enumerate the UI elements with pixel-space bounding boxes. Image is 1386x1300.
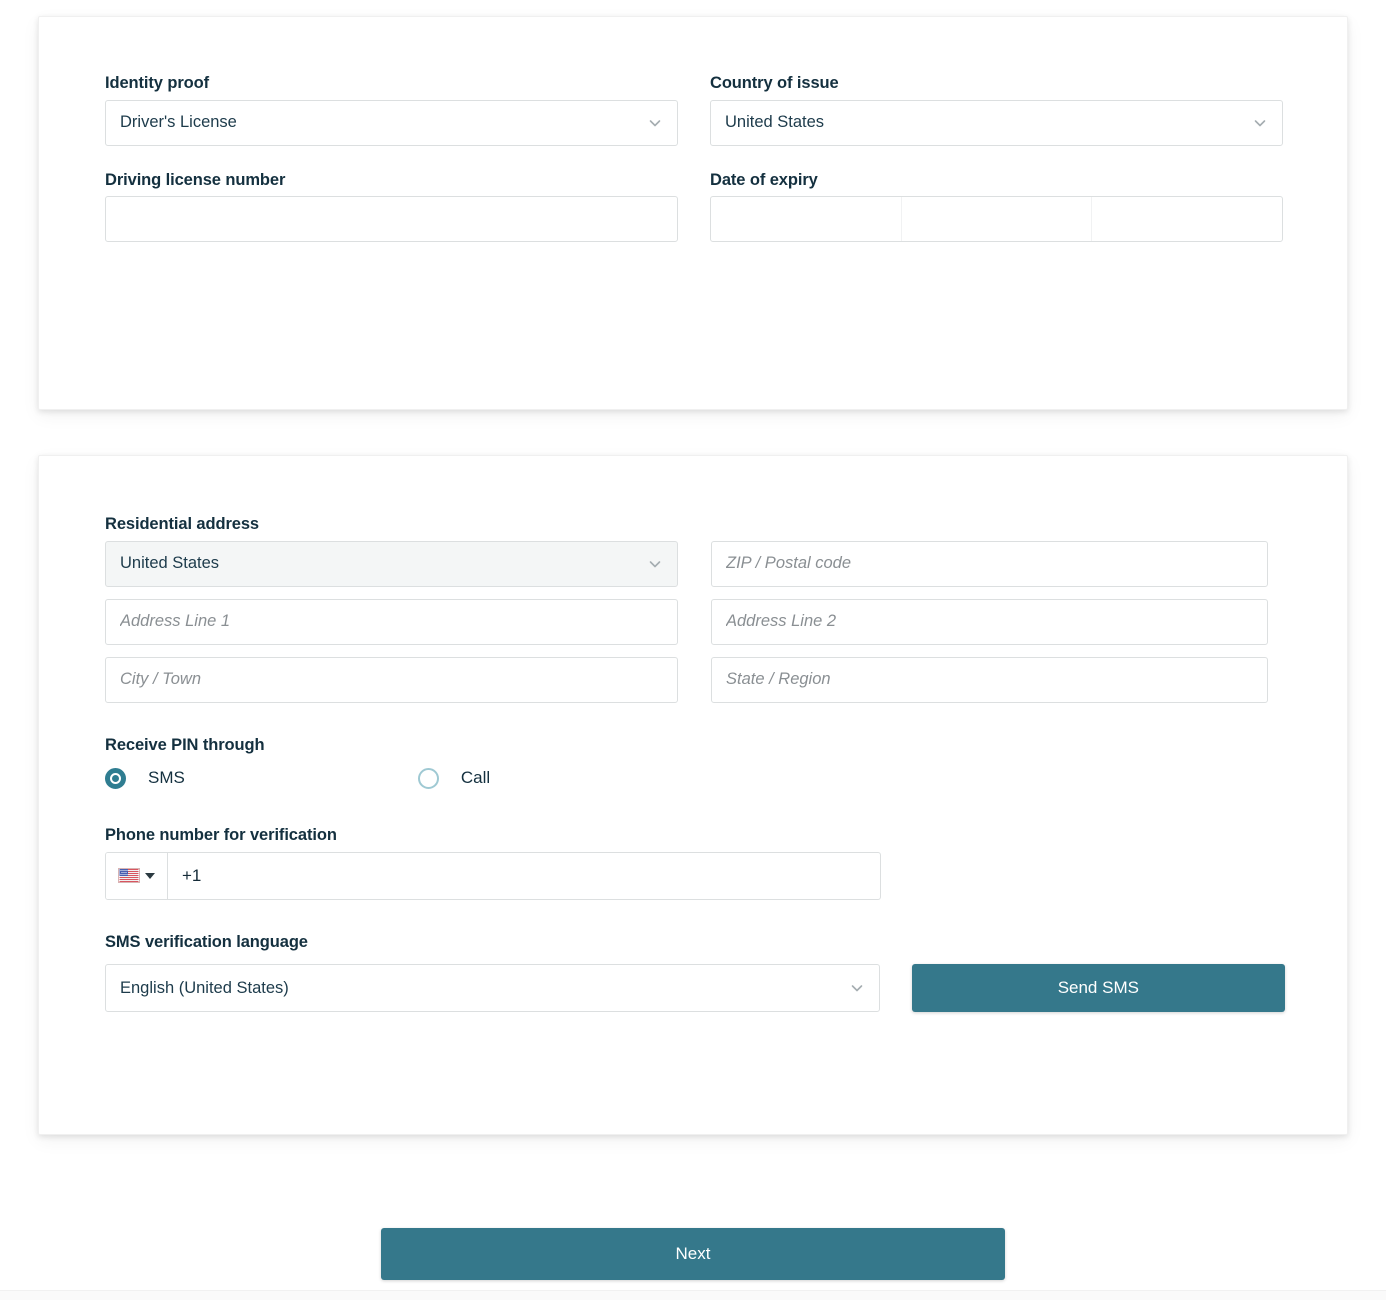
address-country-select[interactable]: United States [105,540,678,587]
state-region-input[interactable]: State / Region [711,656,1268,703]
phone-number-label: Phone number for verification [105,826,337,844]
address-line-2-placeholder: Address Line 2 [726,612,837,630]
zip-postal-code-input[interactable]: ZIP / Postal code [711,540,1268,587]
identity-proof-select[interactable]: Driver's License [105,99,678,146]
phone-number-value: +1 [182,865,202,885]
address-country-value: United States [120,554,220,572]
chevron-down-icon [1252,115,1268,131]
identity-proof-value: Driver's License [120,113,237,131]
address-line-2-input[interactable]: Address Line 2 [711,598,1268,645]
city-town-input[interactable]: City / Town [105,656,678,703]
address-verification-card: Residential address United States ZIP / … [38,455,1348,1135]
chevron-down-icon [647,556,663,572]
identity-proof-card: Identity proof Driver's License Country … [38,16,1348,410]
caret-down-icon [145,872,155,879]
phone-number-input[interactable]: +1 [168,853,880,899]
send-sms-button[interactable]: Send SMS [911,964,1285,1012]
receive-pin-radio-group: SMS Call [105,763,1285,793]
sms-language-select[interactable]: English (United States) [105,964,880,1012]
date-segment-day[interactable] [711,197,902,241]
date-of-expiry-input[interactable] [710,196,1283,242]
sms-language-label: SMS verification language [105,932,308,951]
us-flag-icon [118,868,140,883]
radio-option-call-label: Call [460,768,491,787]
identity-fields-grid: Identity proof Driver's License Country … [105,75,1283,242]
zip-postal-code-placeholder: ZIP / Postal code [726,554,852,572]
country-of-issue-value: United States [725,113,825,131]
next-button[interactable]: Next [381,1228,1005,1280]
chevron-down-icon [849,980,865,996]
sms-language-section: SMS verification language English (Unite… [105,932,1285,1012]
address-line-1-input[interactable]: Address Line 1 [105,598,678,645]
country-of-issue-label: Country of issue [710,74,839,92]
country-of-issue-select[interactable]: United States [710,99,1283,146]
address-line-1-placeholder: Address Line 1 [120,612,231,630]
phone-country-selector[interactable] [106,852,168,899]
receive-pin-label: Receive PIN through [105,735,265,754]
date-segment-month[interactable] [902,197,1093,241]
date-of-expiry-label: Date of expiry [710,170,818,189]
driving-license-number-label: Driving license number [105,170,286,189]
address-fields-grid: United States ZIP / Postal code Address … [105,540,1285,703]
radio-selected-icon [105,767,126,789]
phone-number-field[interactable]: +1 [105,851,881,900]
field-date-of-expiry: Date of expiry [710,170,1283,242]
bottom-divider [0,1290,1386,1300]
radio-option-sms[interactable]: SMS [105,767,185,789]
address-block: Residential address United States ZIP / … [105,516,1285,1012]
identity-verification-page: Identity proof Driver's License Country … [0,0,1386,1300]
chevron-down-icon [647,115,663,131]
radio-option-call[interactable]: Call [417,767,491,789]
radio-unselected-icon [417,767,439,789]
residential-address-label: Residential address [105,515,259,533]
phone-number-section: Phone number for verification +1 [105,827,1285,900]
identity-proof-label: Identity proof [105,74,210,92]
field-country-of-issue: Country of issue United States [710,75,1283,146]
date-segment-year[interactable] [1092,197,1282,241]
sms-language-value: English (United States) [120,978,289,997]
city-town-placeholder: City / Town [120,670,202,688]
receive-pin-section: Receive PIN through SMS Call [105,735,1285,794]
sms-language-row: English (United States) Send SMS [105,964,1285,1012]
state-region-placeholder: State / Region [726,670,831,688]
field-driving-license-number: Driving license number [105,170,678,242]
field-identity-proof: Identity proof Driver's License [105,75,678,146]
radio-option-sms-label: SMS [148,768,185,787]
driving-license-number-input[interactable] [105,196,678,242]
